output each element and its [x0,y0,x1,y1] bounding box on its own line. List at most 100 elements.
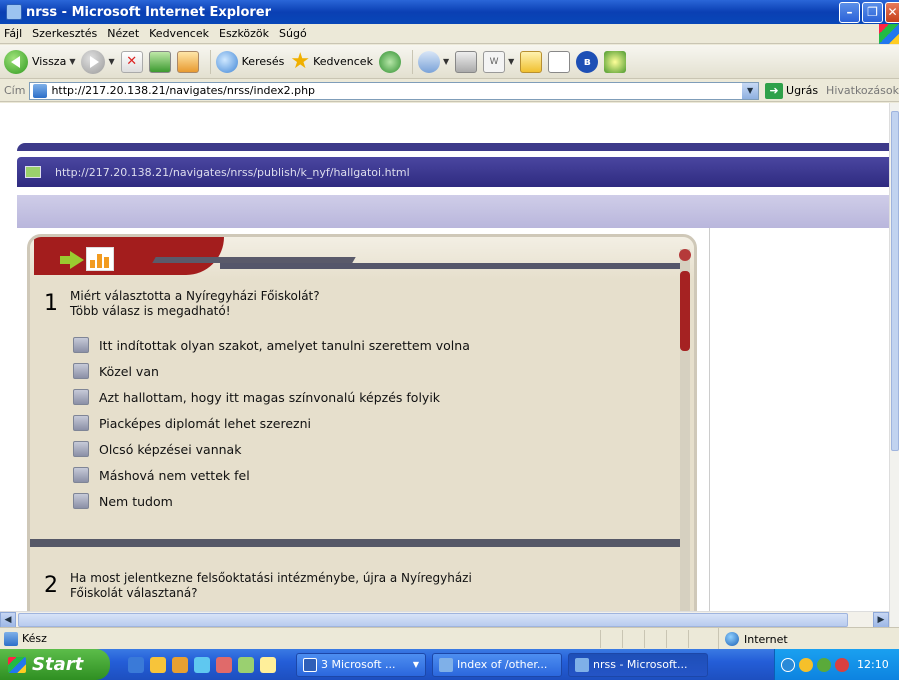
go-button[interactable]: ➜ Ugrás [765,82,818,99]
scroll-thumb[interactable] [680,271,690,351]
app-quicklaunch-icon[interactable] [216,656,232,673]
menu-tools[interactable]: Eszközök [219,27,269,40]
window-title: nrss - Microsoft Internet Explorer [26,4,272,20]
option-checkbox[interactable]: Máshová nem vettek fel [73,467,250,483]
bluetooth-icon[interactable]: ʙ [576,50,599,73]
checkbox[interactable] [73,467,89,483]
frame-window-icon [25,166,41,178]
chevron-down-icon[interactable]: ▼ [443,57,449,66]
search-button[interactable]: Keresés [215,50,285,73]
standard-toolbar: Vissza ▼ ▼ ✕ Keresés ★ Kedvencek ▼ W ▼ ʙ [0,45,899,79]
task-label: 3 Microsoft ... [321,658,396,671]
checkbox[interactable] [73,415,89,431]
links-button[interactable]: Hivatkozások [826,84,899,97]
forward-arrow-icon [81,49,106,74]
survey-header [30,237,694,281]
checkbox[interactable] [73,493,89,509]
notepad-icon[interactable] [548,50,571,73]
taskbar-word[interactable]: 3 Microsoft ... ▼ [296,652,426,677]
notepad-quicklaunch-icon[interactable] [260,656,276,673]
mail-icon[interactable] [417,50,440,73]
window-title-bar[interactable]: nrss - Microsoft Internet Explorer – ❐ ✕ [0,0,899,24]
chevron-down-icon[interactable]: ▼ [742,82,759,99]
stop-icon[interactable]: ✕ [120,50,143,73]
refresh-icon[interactable] [148,50,171,73]
address-label: Cím [4,84,26,97]
checkbox[interactable] [73,337,89,353]
question-hint: Több válasz is megadható! [70,304,231,318]
option-checkbox[interactable]: Azt hallottam, hogy itt magas színvonalú… [73,389,440,405]
survey-scrollbar[interactable] [679,249,691,627]
option-checkbox[interactable]: Olcsó képzései vannak [73,441,241,457]
status-bar: Kész Internet [0,627,899,650]
question-divider [30,539,680,547]
history-icon[interactable] [378,50,401,73]
close-button[interactable]: ✕ [885,2,899,23]
network-icon[interactable] [817,657,831,672]
option-checkbox[interactable]: Itt indítottak olyan szakot, amelyet tan… [73,337,470,353]
option-label: Közel van [99,363,159,379]
option-checkbox[interactable]: Nem tudom [73,493,173,509]
taskbar-index[interactable]: Index of /other... [432,652,562,677]
minimize-button[interactable]: – [839,2,860,23]
menu-favorites[interactable]: Kedvencek [149,27,209,40]
go-arrow-icon: ➜ [765,82,784,99]
ie-quicklaunch-icon[interactable] [128,656,144,673]
frame-url: http://217.20.138.21/navigates/nrss/publ… [55,165,410,179]
ie-icon [439,657,453,672]
chevron-down-icon[interactable]: ▼ [108,57,114,66]
edit-word-icon[interactable]: W [483,50,506,73]
chevron-down-icon[interactable]: ▼ [508,57,514,66]
option-checkbox[interactable]: Piacképes diplomát lehet szerezni [73,415,311,431]
back-button[interactable]: Vissza ▼ [4,49,75,74]
shield-icon[interactable] [799,657,813,672]
checkbox[interactable] [73,441,89,457]
question-number: 2 [44,573,58,598]
maximize-button[interactable]: ❐ [862,2,883,23]
checkbox[interactable] [73,389,89,405]
vertical-scroll-thumb[interactable] [891,111,899,451]
app-quicklaunch-icon[interactable] [238,656,254,673]
page-content: http://217.20.138.21/navigates/nrss/publ… [0,103,899,627]
folder-icon[interactable] [520,50,543,73]
print-icon[interactable] [455,50,478,73]
chevron-down-icon[interactable]: ▼ [69,57,75,66]
question-line: Ha most jelentkezne felsőoktatási intézm… [70,571,472,585]
address-input[interactable]: http://217.20.138.21/navigates/nrss/inde… [29,81,760,100]
checkbox[interactable] [73,363,89,379]
address-url: http://217.20.138.21/navigates/nrss/inde… [51,84,316,97]
app-quicklaunch-icon[interactable] [150,656,166,673]
menu-edit[interactable]: Szerkesztés [32,27,97,40]
scroll-right-icon[interactable]: ▶ [873,612,889,627]
favorites-label: Kedvencek [313,55,373,68]
start-button[interactable]: Start [0,649,110,680]
page-horizontal-scrollbar[interactable]: ◀ ▶ [0,611,889,627]
chevron-down-icon: ▼ [412,660,419,669]
task-label: Index of /other... [457,658,548,671]
task-label: nrss - Microsoft... [593,658,688,671]
menu-file[interactable]: Fájl [4,27,22,40]
status-text: Kész [22,632,47,645]
question-number: 1 [44,291,58,316]
home-icon[interactable] [176,50,199,73]
page-icon [33,83,48,98]
option-label: Nem tudom [99,493,173,509]
media-quicklaunch-icon[interactable] [194,656,210,673]
messenger-icon[interactable] [604,50,627,73]
menu-view[interactable]: Nézet [107,27,139,40]
menu-help[interactable]: Súgó [279,27,307,40]
folder-quicklaunch-icon[interactable] [172,656,188,673]
favorites-button[interactable]: ★ Kedvencek [290,50,373,73]
antivirus-icon[interactable] [835,657,849,672]
option-checkbox[interactable]: Közel van [73,363,159,379]
frame-toolbar [17,195,899,228]
search-label: Keresés [241,55,285,68]
taskbar: Start 3 Microsoft ... ▼ Index of /other.… [0,649,899,680]
page-vertical-scrollbar[interactable] [889,103,899,627]
taskbar-nrss[interactable]: nrss - Microsoft... [568,652,708,677]
scroll-left-icon[interactable]: ◀ [0,612,16,627]
horizontal-scroll-thumb[interactable] [18,613,848,627]
tray-arrow-icon[interactable] [781,657,795,672]
scroll-up-icon[interactable] [679,249,691,261]
forward-button[interactable]: ▼ [81,49,115,74]
